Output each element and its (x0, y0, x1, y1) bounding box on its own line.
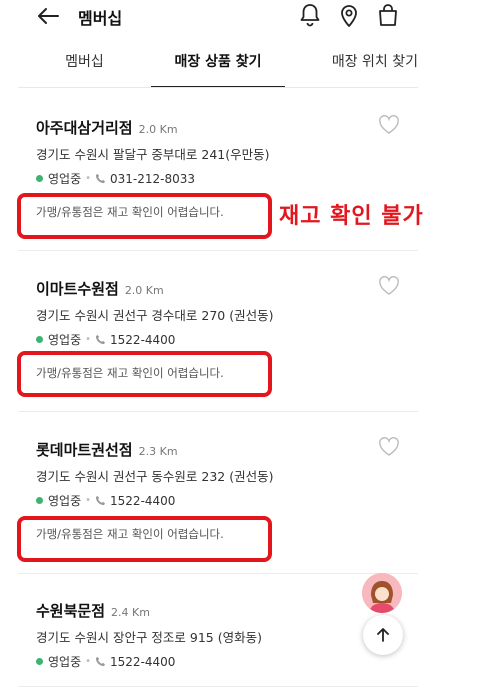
tab-label: 멤버십 (65, 54, 104, 70)
annotation-box (17, 193, 272, 239)
tab-label: 매장 상품 찾기 (174, 54, 262, 70)
store-distance: 2.3 Km (138, 445, 178, 458)
tab-store-product-search[interactable]: 매장 상품 찾기 (151, 44, 285, 88)
arrow-up-icon (377, 628, 389, 642)
store-phone[interactable]: 1522-4400 (110, 655, 175, 669)
tab-label: 매장 위치 찾기 (331, 54, 418, 70)
arrow-left-icon[interactable] (36, 6, 60, 26)
store-name: 롯데마트권선점 2.3 Km (36, 441, 178, 459)
store-distance: 2.4 Km (111, 606, 150, 619)
tab-bar: 멤버십 매장 상품 찾기 매장 위치 찾기 (18, 44, 418, 88)
heart-icon[interactable] (378, 276, 400, 296)
divider (18, 87, 418, 88)
store-status: 영업중 (48, 494, 82, 508)
separator-dot: • (85, 656, 92, 667)
scroll-to-top-button[interactable] (363, 615, 403, 655)
store-address: 경기도 수원시 장안구 정조로 915 (영화동) (36, 630, 262, 645)
person-icon (362, 573, 402, 613)
store-name: 이마트수원점 2.0 Km (36, 280, 164, 298)
divider (18, 250, 418, 251)
open-status-dot (36, 497, 43, 504)
open-status-dot (36, 336, 43, 343)
bell-icon[interactable] (297, 2, 323, 28)
store-meta: 영업중 • 1522-4400 (36, 492, 175, 509)
store-status: 영업중 (48, 172, 82, 186)
store-address: 경기도 수원시 권선구 경수대로 270 (권선동) (36, 308, 274, 323)
store-distance: 2.0 Km (124, 284, 164, 297)
location-pin-icon[interactable] (336, 2, 362, 28)
tab-membership[interactable]: 멤버십 (18, 44, 151, 88)
phone-icon (95, 656, 106, 667)
page-title: 멤버십 (78, 9, 123, 28)
separator-dot: • (85, 334, 92, 345)
phone-icon (95, 495, 106, 506)
heart-icon[interactable] (378, 115, 400, 135)
store-name: 아주대삼거리점 2.0 Km (36, 119, 178, 137)
divider (18, 573, 418, 574)
store-distance: 2.0 Km (138, 123, 178, 136)
separator-dot: • (85, 173, 92, 184)
chatbot-avatar[interactable] (362, 573, 402, 613)
open-status-dot (36, 175, 43, 182)
open-status-dot (36, 658, 43, 665)
store-meta: 영업중 • 1522-4400 (36, 331, 175, 348)
tab-store-location-search[interactable]: 매장 위치 찾기 (285, 44, 418, 88)
phone-icon (95, 334, 106, 345)
shopping-bag-icon[interactable] (375, 2, 401, 28)
store-meta: 영업중 • 1522-4400 (36, 653, 175, 670)
store-status: 영업중 (48, 655, 82, 669)
store-status: 영업중 (48, 333, 82, 347)
separator-dot: • (85, 495, 92, 506)
store-phone[interactable]: 031-212-8033 (110, 172, 195, 186)
store-meta: 영업중 • 031-212-8033 (36, 170, 195, 187)
store-phone[interactable]: 1522-4400 (110, 333, 175, 347)
annotation-box (17, 516, 272, 562)
annotation-callout: 재고 확인 불가 (279, 204, 424, 229)
app-header: 멤버십 (0, 0, 501, 34)
phone-icon (95, 173, 106, 184)
store-phone[interactable]: 1522-4400 (110, 494, 175, 508)
store-address: 경기도 수원시 팔달구 중부대로 241(우만동) (36, 147, 270, 162)
divider (18, 686, 418, 687)
annotation-box (17, 351, 272, 397)
divider (18, 411, 418, 412)
store-name: 수원북문점 2.4 Km (36, 602, 150, 620)
store-address: 경기도 수원시 권선구 동수원로 232 (권선동) (36, 469, 274, 484)
heart-icon[interactable] (378, 437, 400, 457)
